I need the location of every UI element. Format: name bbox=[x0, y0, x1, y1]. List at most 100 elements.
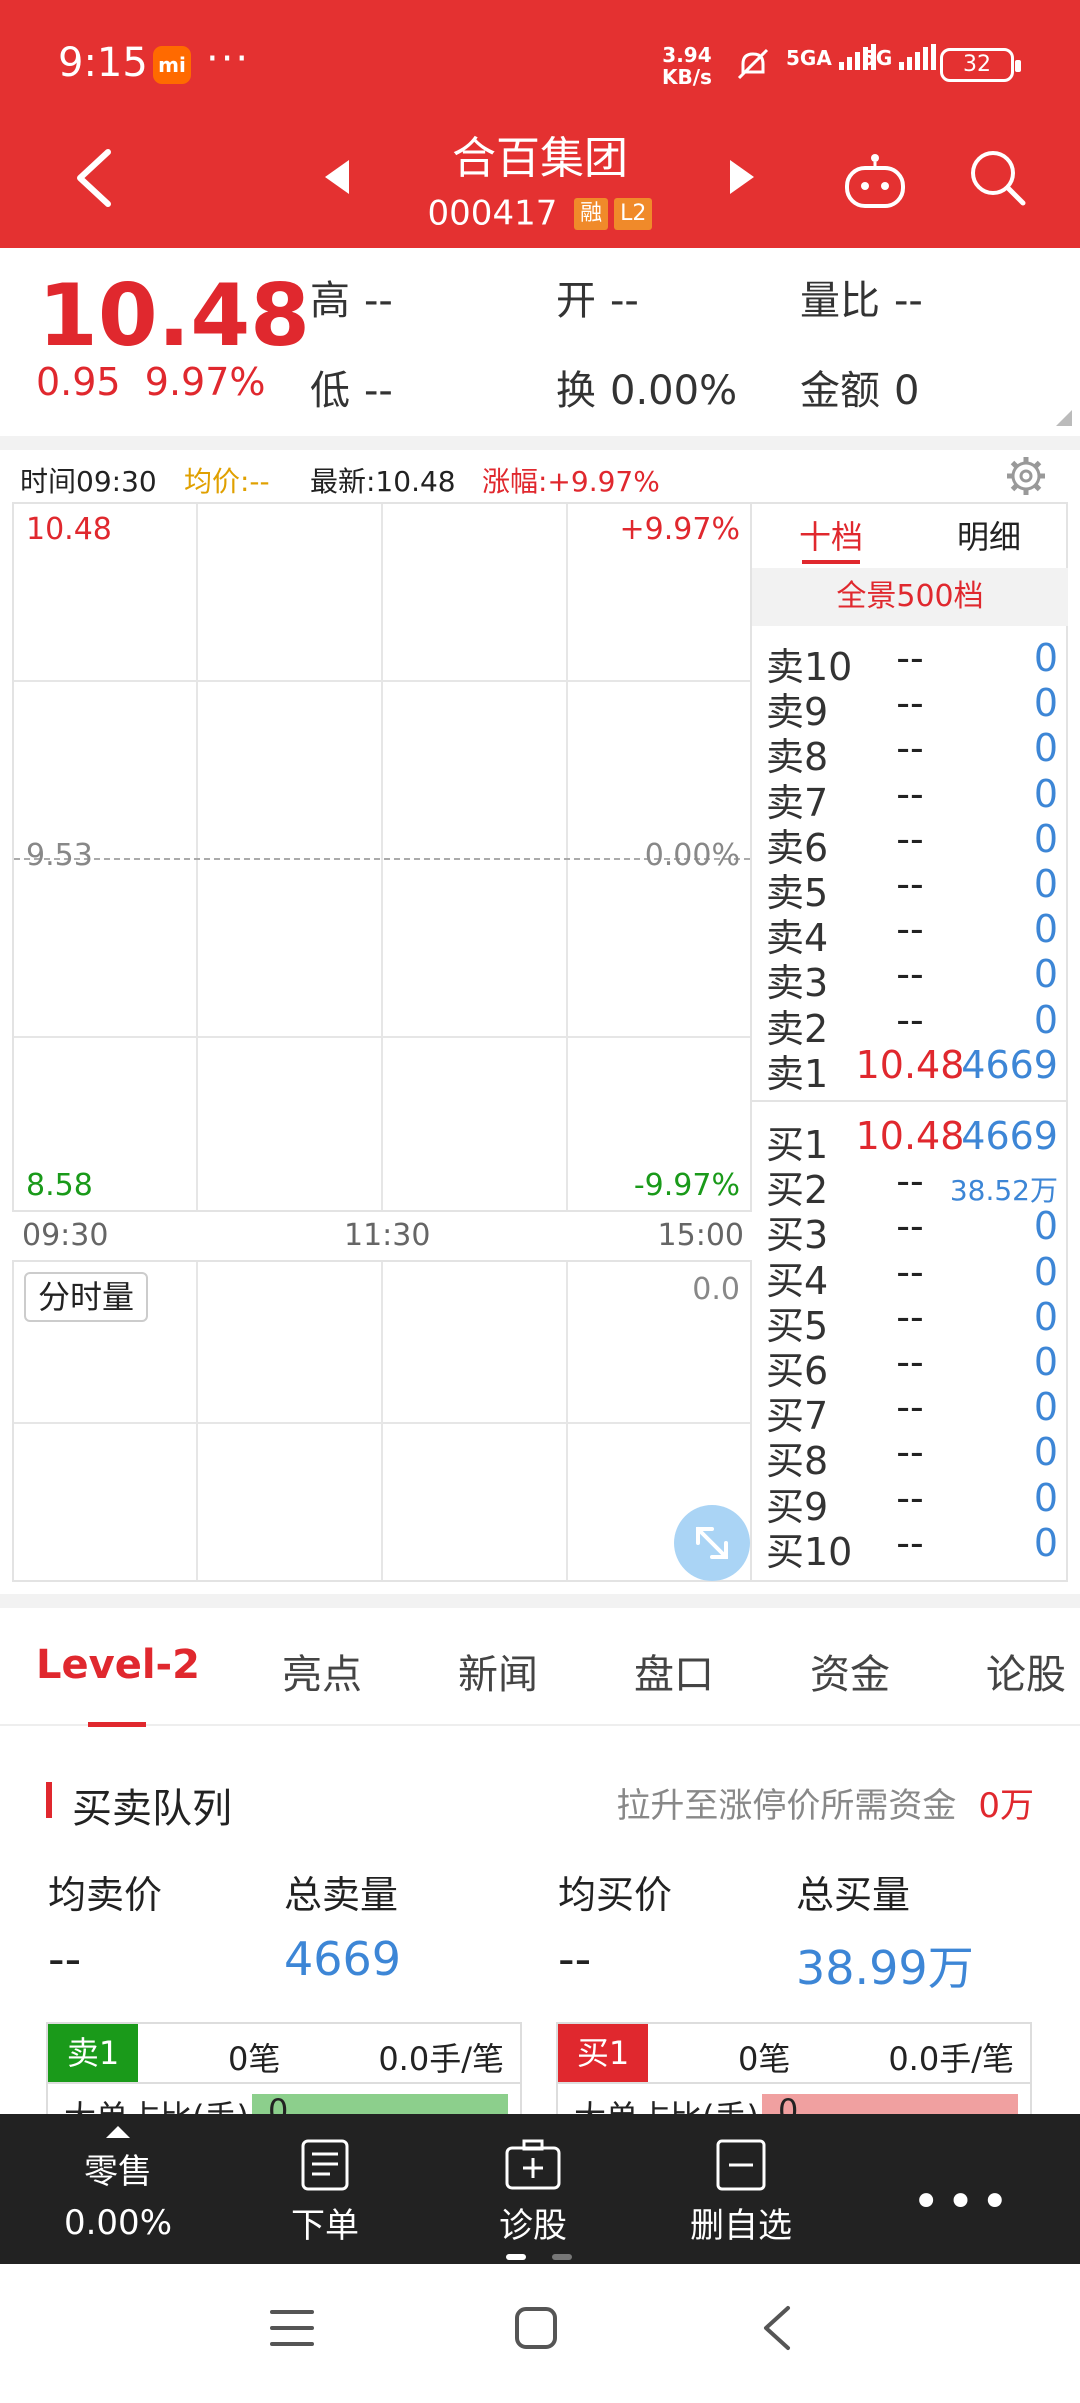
full-500-levels-button[interactable]: 全景500档 bbox=[752, 568, 1068, 626]
bid-level-row[interactable]: 买3 -- 0 bbox=[752, 1204, 1068, 1257]
retail-button[interactable]: 零售 0.00% bbox=[40, 2114, 196, 2264]
ask-level-quantity: 0 bbox=[1033, 726, 1058, 771]
ask-level-price: 10.48 bbox=[855, 1042, 965, 1087]
place-order-button[interactable]: 下单 bbox=[250, 2114, 400, 2264]
bid-level-quantity: 0 bbox=[1033, 1475, 1058, 1520]
buy-queue-header[interactable]: 买1 0笔 0.0手/笔 bbox=[556, 2022, 1032, 2084]
y-axis-top: 10.48 bbox=[26, 512, 112, 547]
ask-level-price: -- bbox=[896, 636, 924, 680]
l2-badge: L2 bbox=[614, 197, 653, 230]
home-icon[interactable] bbox=[514, 2306, 558, 2350]
pct-axis-top: +9.97% bbox=[619, 512, 740, 547]
low-price: 低 -- bbox=[310, 368, 393, 414]
search-icon[interactable] bbox=[968, 148, 1028, 208]
previous-stock-icon[interactable] bbox=[325, 160, 349, 194]
ask-level-row[interactable]: 卖2 -- 0 bbox=[752, 997, 1068, 1051]
remove-watchlist-button[interactable]: 删自选 bbox=[666, 2114, 816, 2264]
price-change: 0.95 9.97% bbox=[36, 360, 266, 404]
next-stock-icon[interactable] bbox=[730, 160, 754, 194]
ask-level-price: -- bbox=[896, 771, 924, 816]
tab-news[interactable]: 新闻 bbox=[458, 1642, 538, 1700]
bid-level-price: -- bbox=[896, 1294, 924, 1339]
bid-level-row[interactable]: 买10 -- 0 bbox=[752, 1520, 1068, 1574]
more-icon[interactable]: ••• bbox=[912, 2174, 1015, 2230]
grid-line bbox=[381, 504, 383, 1210]
avg-buy-label: 均买价 bbox=[558, 1873, 673, 1917]
tab-discussion[interactable]: 论股 bbox=[986, 1642, 1066, 1700]
volume-chart[interactable]: 分时量 0.0 bbox=[12, 1260, 752, 1582]
intraday-chart[interactable]: 10.48 +9.97% 9.53 0.00% 8.58 -9.97% bbox=[12, 502, 752, 1212]
ask-level-row[interactable]: 卖5 -- 0 bbox=[752, 862, 1068, 915]
section-title: 买卖队列 bbox=[72, 1786, 232, 1832]
current-price: 10.48 bbox=[38, 266, 311, 366]
avg-sell-value: -- bbox=[48, 1932, 82, 1986]
gear-icon[interactable] bbox=[1004, 454, 1048, 498]
ask-level-row[interactable]: 卖4 -- 0 bbox=[752, 907, 1068, 960]
ask-level-row[interactable]: 卖7 -- 0 bbox=[752, 771, 1068, 825]
total-buy-label: 总买量 bbox=[796, 1873, 911, 1917]
bid-level-price: -- bbox=[896, 1520, 924, 1565]
ask-level-price: -- bbox=[896, 997, 924, 1042]
bid-level-row[interactable]: 买2 -- 38.52万 bbox=[752, 1159, 1068, 1212]
bid-level-quantity: 0 bbox=[1033, 1430, 1058, 1475]
more-notifications-icon: ··· bbox=[206, 36, 251, 82]
sell-queue-header[interactable]: 卖1 0笔 0.0手/笔 bbox=[46, 2022, 522, 2084]
system-nav-bar bbox=[0, 2264, 1080, 2403]
bid-level-row[interactable]: 买8 -- 0 bbox=[752, 1430, 1068, 1483]
ask-level-quantity: 0 bbox=[1033, 907, 1058, 952]
bid-level-row[interactable]: 买6 -- 0 bbox=[752, 1340, 1068, 1393]
volume-type-button[interactable]: 分时量 bbox=[24, 1272, 149, 1322]
diagnose-icon bbox=[505, 2139, 561, 2190]
pct-axis-mid: 0.00% bbox=[644, 838, 740, 873]
avg-sell-label: 均卖价 bbox=[48, 1873, 163, 1917]
ask-level-row[interactable]: 卖3 -- 0 bbox=[752, 952, 1068, 1005]
ask-level-row[interactable]: 卖6 -- 0 bbox=[752, 816, 1068, 870]
expand-corner-icon[interactable] bbox=[1056, 410, 1072, 426]
tab-ten-levels[interactable]: 十档 bbox=[752, 512, 910, 558]
bid-level-row[interactable]: 买4 -- 0 bbox=[752, 1249, 1068, 1303]
book-divider bbox=[752, 1100, 1068, 1102]
tab-highlights[interactable]: 亮点 bbox=[282, 1642, 362, 1700]
total-sell-label: 总卖量 bbox=[284, 1873, 399, 1917]
ask-level-row[interactable]: 卖10 -- 0 bbox=[752, 636, 1068, 689]
tab-details[interactable]: 明细 bbox=[910, 512, 1068, 558]
ask-level-price: -- bbox=[896, 726, 924, 771]
network-speed: 3.94 KB/s bbox=[662, 43, 712, 89]
bid-level-quantity: 0 bbox=[1033, 1340, 1058, 1384]
turnover-rate: 换 0.00% bbox=[556, 368, 738, 414]
fullscreen-button[interactable] bbox=[674, 1505, 750, 1581]
robot-assistant-icon[interactable] bbox=[842, 152, 908, 210]
back-nav-icon[interactable] bbox=[762, 2304, 792, 2352]
tab-level2[interactable]: Level-2 bbox=[36, 1642, 200, 1688]
tab-handicap[interactable]: 盘口 bbox=[634, 1642, 714, 1700]
bid-level-row[interactable]: 买7 -- 0 bbox=[752, 1385, 1068, 1438]
remove-icon bbox=[716, 2139, 766, 2191]
grid-line bbox=[14, 1036, 750, 1038]
signal-5g-icon: 5G bbox=[862, 44, 937, 84]
order-book-tabs: 十档 明细 bbox=[752, 504, 1068, 568]
battery-icon: 32 bbox=[940, 48, 1021, 82]
ask-level-price: -- bbox=[896, 681, 924, 726]
bid-level-quantity: 38.52万 bbox=[949, 1174, 1058, 1208]
bid-level-price: -- bbox=[896, 1249, 924, 1294]
bid-level-row[interactable]: 买9 -- 0 bbox=[752, 1475, 1068, 1529]
ask-level-row[interactable]: 卖1 10.48 4669 bbox=[752, 1042, 1068, 1096]
grid-line bbox=[196, 1262, 198, 1580]
ask-level-quantity: 0 bbox=[1033, 816, 1058, 861]
y-axis-bottom: 8.58 bbox=[26, 1168, 93, 1203]
back-arrow-icon[interactable] bbox=[70, 148, 120, 208]
ask-level-row[interactable]: 卖9 -- 0 bbox=[752, 681, 1068, 734]
chart-info-line: 时间09:30 均价:-- 最新:10.48 涨幅:+9.97% bbox=[20, 465, 660, 498]
total-buy-value: 38.99万 bbox=[796, 1941, 974, 1995]
high-price: 高 -- bbox=[310, 278, 393, 324]
ask-level-row[interactable]: 卖8 -- 0 bbox=[752, 726, 1068, 779]
diagnose-button[interactable]: 诊股 bbox=[458, 2114, 608, 2264]
menu-icon[interactable] bbox=[270, 2308, 314, 2348]
bid-level-row[interactable]: 买1 10.48 4669 bbox=[752, 1114, 1068, 1167]
prev-close-line bbox=[14, 858, 750, 860]
bid-level-quantity: 0 bbox=[1033, 1249, 1058, 1294]
mi-app-icon: mi bbox=[153, 46, 191, 84]
ask-level-quantity: 0 bbox=[1033, 862, 1058, 906]
tab-funds[interactable]: 资金 bbox=[810, 1642, 890, 1700]
bid-level-row[interactable]: 买5 -- 0 bbox=[752, 1294, 1068, 1348]
